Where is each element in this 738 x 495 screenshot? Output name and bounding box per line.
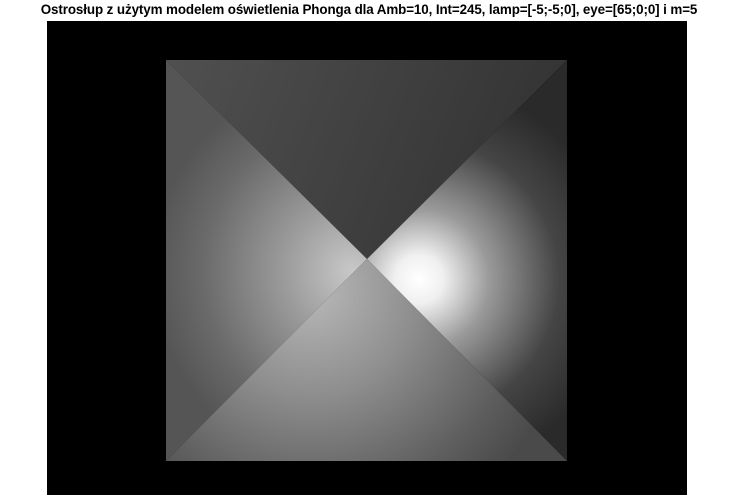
pyramid-render <box>166 60 567 461</box>
render-canvas <box>47 21 687 495</box>
figure-title: Ostrosłup z użytym modelem oświetlenia P… <box>40 2 698 17</box>
